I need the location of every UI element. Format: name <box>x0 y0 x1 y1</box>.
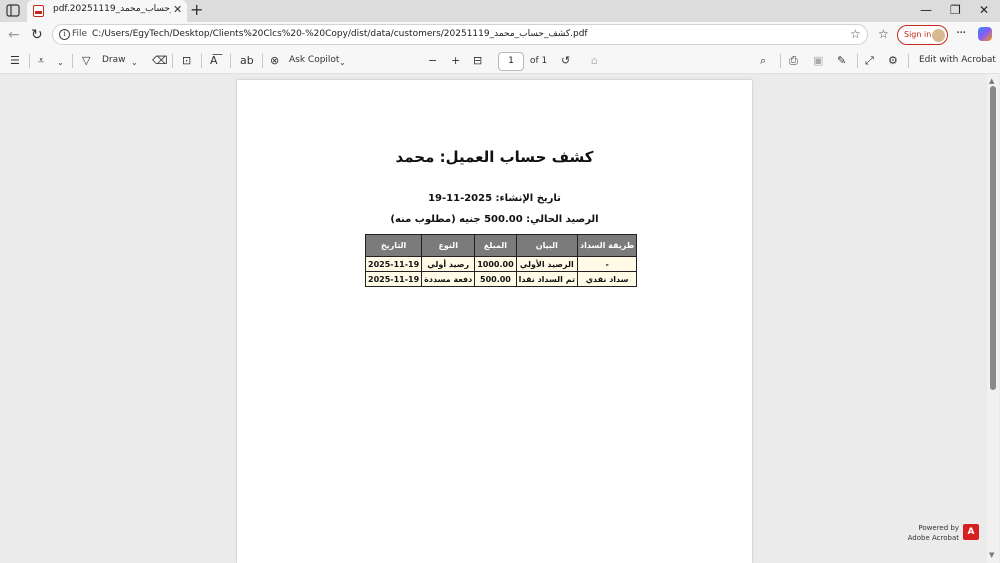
table-cell: سداد نقدي <box>576 271 638 287</box>
copilot-icon[interactable] <box>978 27 992 41</box>
avatar <box>932 29 945 42</box>
settings-gear-icon[interactable]: ⚙ <box>888 54 898 67</box>
more-options-icon[interactable]: ··· <box>956 26 966 41</box>
table-row: 2025-11-19 رصيد أولي 1000.00 الرصيد الأو… <box>364 256 638 272</box>
table-cell: 2025-11-19 <box>364 271 423 287</box>
tab-close-icon[interactable]: ✕ <box>173 4 182 16</box>
adobe-acrobat-icon: A <box>963 524 979 540</box>
zoom-in-icon[interactable]: + <box>451 54 460 67</box>
print-icon[interactable]: ⎙ <box>789 54 798 67</box>
tab-title: pdf.20251119_كشف_حساب_محمد <box>53 4 171 14</box>
toolbar-divider <box>201 54 202 68</box>
highlight-icon[interactable]: ⩡ <box>38 54 44 67</box>
column-header: طريقة السداد <box>576 234 638 257</box>
favorites-icon[interactable]: ☆ <box>878 27 889 41</box>
current-balance: الرصيد الحالي: 500.00 جنيه (مطلوب منه) <box>390 214 599 225</box>
contents-icon[interactable]: ☰ <box>10 54 20 67</box>
info-icon[interactable]: i <box>59 29 70 40</box>
toolbar-divider <box>29 54 30 68</box>
save-as-icon[interactable]: ✎ <box>837 54 846 67</box>
powered-by-text: Powered by <box>918 524 959 532</box>
toolbar-divider <box>857 54 858 68</box>
pdf-page: كشف حساب العميل: محمد تاريخ الإنشاء: 202… <box>237 80 752 563</box>
created-date: تاريخ الإنشاء: 2025-11-19 <box>428 193 561 204</box>
chevron-down-icon[interactable]: ⌄ <box>339 56 346 69</box>
powered-by-label: Powered by Adobe Acrobat <box>905 523 959 543</box>
table-cell: 500.00 <box>474 271 517 287</box>
draw-icon[interactable]: ▽ <box>82 54 90 67</box>
active-tab[interactable]: pdf.20251119_كشف_حساب_محمد ✕ <box>27 0 187 22</box>
ask-copilot-label[interactable]: Ask Copilot <box>289 55 339 65</box>
draw-label[interactable]: Draw <box>102 55 126 65</box>
document-title: كشف حساب العميل: محمد <box>395 148 594 166</box>
column-header: التاريخ <box>364 234 423 257</box>
table-cell: رصيد أولي <box>421 256 476 272</box>
powered-by-brand: Adobe Acrobat <box>907 534 959 542</box>
close-window-button[interactable]: ✕ <box>979 3 989 17</box>
table-cell: - <box>576 256 638 272</box>
column-header: النوع <box>421 234 476 257</box>
refresh-icon[interactable]: ↻ <box>31 27 43 43</box>
copilot-small-icon[interactable]: ⊗ <box>270 54 279 67</box>
save-icon[interactable]: ▣ <box>813 54 823 67</box>
sign-in-label: Sign in <box>904 30 932 39</box>
read-aloud-icon[interactable]: A͞ <box>210 54 218 67</box>
page-number-input[interactable]: 1 <box>498 52 524 71</box>
statement-table: التاريخ النوع المبلغ البيان طريقة السداد… <box>364 234 638 287</box>
sign-in-button[interactable]: Sign in <box>897 25 948 45</box>
scrollbar-thumb[interactable] <box>990 86 996 390</box>
fullscreen-icon[interactable]: ⤢ <box>865 54 874 67</box>
url-text[interactable]: C:/Users/EgyTech/Desktop/Clients%20Clcs%… <box>92 29 588 39</box>
table-header-row: التاريخ النوع المبلغ البيان طريقة السداد <box>364 234 638 257</box>
scheme-label: File <box>72 29 88 39</box>
zoom-out-icon[interactable]: − <box>428 54 437 67</box>
chevron-down-icon[interactable]: ⌄ <box>131 56 138 69</box>
toolbar-divider <box>780 54 781 68</box>
rotate-icon[interactable]: ↺ <box>561 54 570 67</box>
new-tab-button[interactable]: + <box>190 1 203 19</box>
sidebar-toggle-icon[interactable] <box>6 4 20 17</box>
table-cell: دفعة مسددة <box>421 271 476 287</box>
search-icon[interactable]: ⌕ <box>760 54 766 67</box>
column-header: المبلغ <box>474 234 517 257</box>
table-row: 2025-11-19 دفعة مسددة 500.00 تم السداد ن… <box>364 271 638 287</box>
toolbar-divider <box>230 54 231 68</box>
table-cell: 1000.00 <box>474 256 517 272</box>
address-bar-row: ← ↻ i File C:/Users/EgyTech/Desktop/Clie… <box>0 22 1000 48</box>
pdf-file-icon <box>33 5 44 17</box>
address-bar[interactable]: i File C:/Users/EgyTech/Desktop/Clients%… <box>52 24 868 45</box>
favorite-star-icon[interactable]: ☆ <box>850 27 861 41</box>
translate-icon[interactable]: ab <box>240 54 254 67</box>
scroll-down-icon[interactable]: ▼ <box>989 551 994 559</box>
toolbar-divider <box>908 54 909 68</box>
tab-strip: pdf.20251119_كشف_حساب_محمد ✕ + — ❐ ✕ <box>0 0 1000 22</box>
table-cell: تم السداد نقدا <box>515 271 578 287</box>
toolbar-divider <box>172 54 173 68</box>
toolbar-divider <box>262 54 263 68</box>
page-view-icon[interactable]: ⌂ <box>591 54 598 67</box>
toolbar-divider <box>72 54 73 68</box>
fit-page-icon[interactable]: ⊟ <box>473 54 482 67</box>
back-icon[interactable]: ← <box>8 27 20 43</box>
page-count-label: of 1 <box>530 56 548 66</box>
minimize-button[interactable]: — <box>920 3 932 17</box>
table-cell: الرصيد الأولي <box>515 256 578 272</box>
eraser-icon[interactable]: ⌫ <box>152 54 168 67</box>
edit-with-acrobat-button[interactable]: Edit with Acrobat <box>919 55 996 65</box>
chevron-down-icon[interactable]: ⌄ <box>57 56 64 69</box>
table-cell: 2025-11-19 <box>364 256 423 272</box>
text-box-icon[interactable]: ⊡ <box>182 54 191 67</box>
column-header: البيان <box>515 234 578 257</box>
restore-button[interactable]: ❐ <box>950 3 961 17</box>
scroll-up-icon[interactable]: ▲ <box>989 77 994 85</box>
